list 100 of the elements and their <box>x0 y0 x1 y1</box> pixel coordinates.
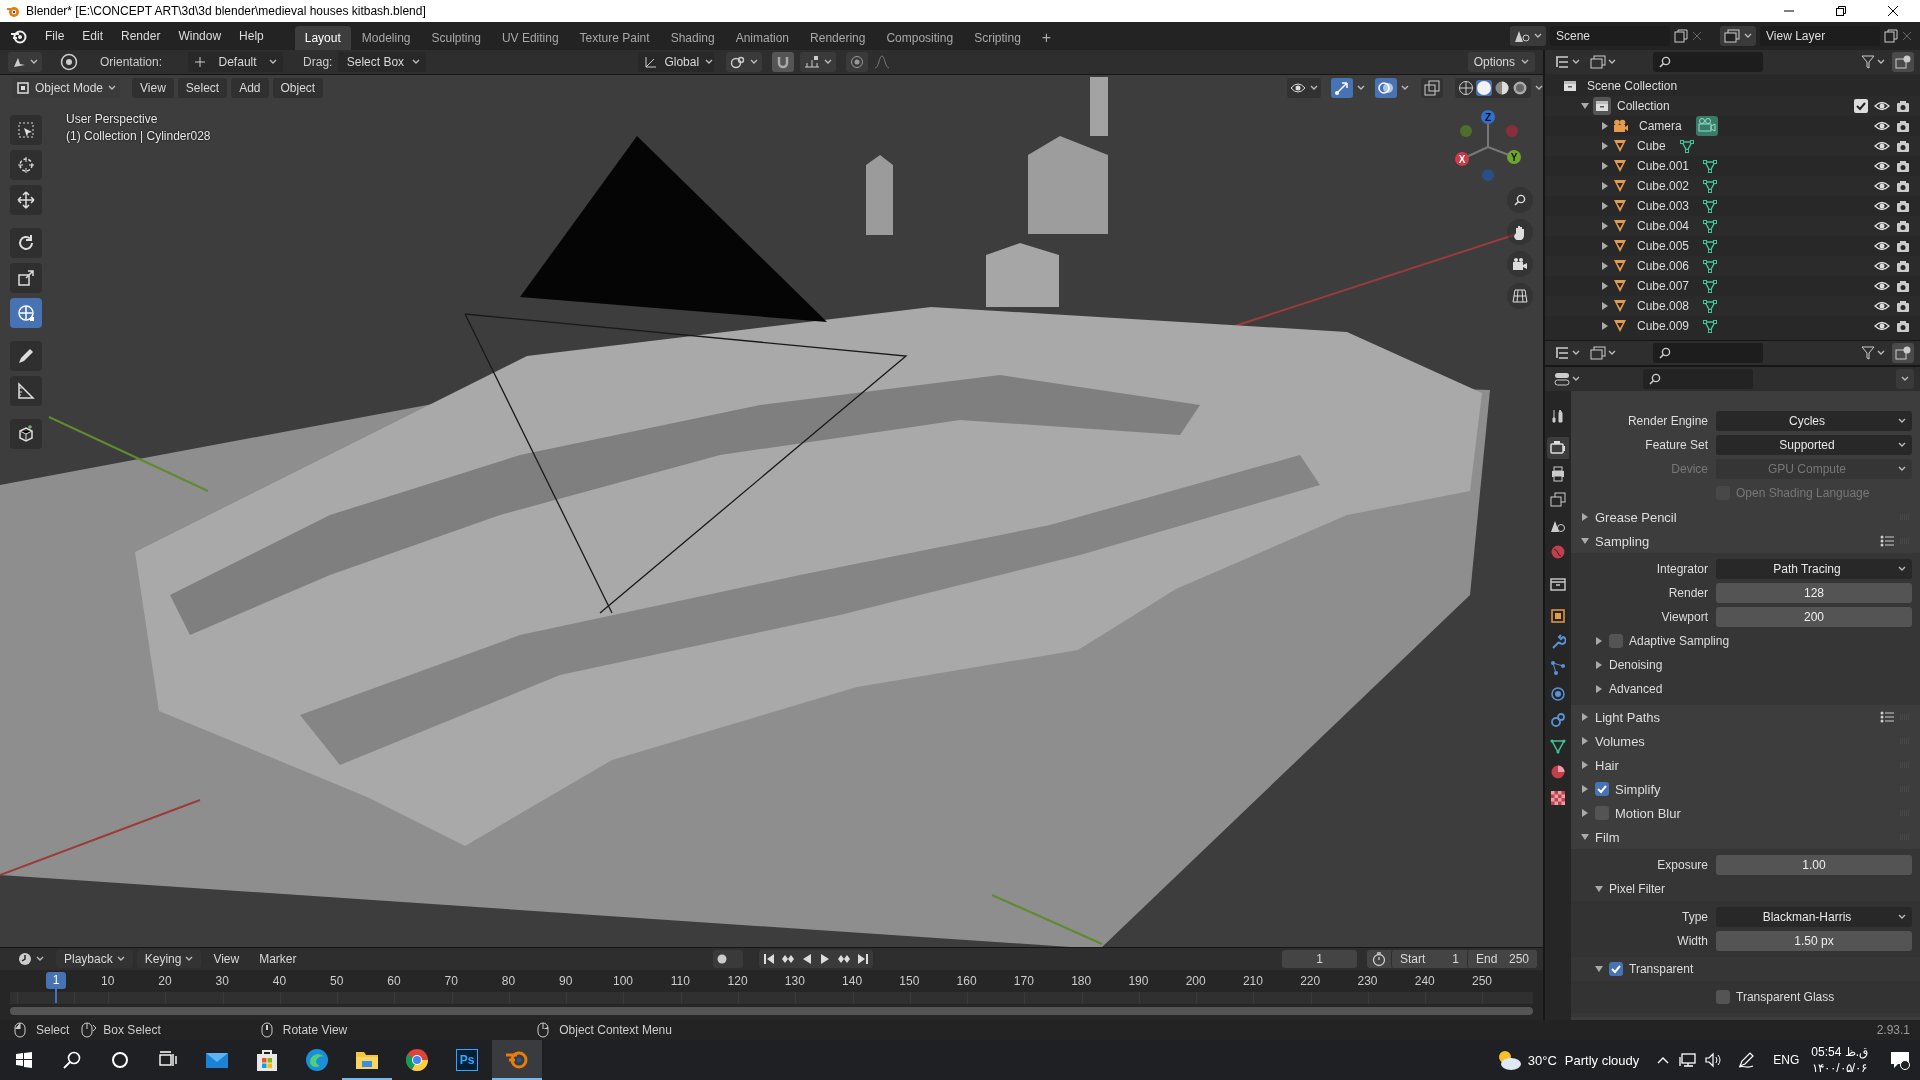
menu-item[interactable]: Keying <box>136 950 202 969</box>
panel-title[interactable]: Denoising <box>1609 658 1910 672</box>
field-label: Width <box>1676 934 1708 948</box>
panel-title[interactable]: Motion Blur <box>1615 805 1894 821</box>
number-field[interactable]: 200 <box>1716 607 1912 627</box>
field-label: Device <box>1670 462 1708 476</box>
language-indicator[interactable]: ENG <box>1773 1053 1800 1067</box>
collection-name[interactable]: Collection <box>1617 99 1670 113</box>
transform-orientation-dropdown[interactable]: Global <box>638 52 715 72</box>
frame-number: 210 <box>1241 974 1264 989</box>
dropdown[interactable]: Path Tracing <box>1716 559 1912 579</box>
object-name[interactable]: Cube.006 <box>1637 259 1690 273</box>
workspace-tab[interactable]: Rendering <box>800 26 876 50</box>
workspace-tab[interactable]: Shading <box>660 26 725 50</box>
workspace-tab[interactable]: Scripting <box>964 26 1031 50</box>
panel-title[interactable]: Film <box>1595 829 1894 845</box>
menu-item[interactable]: Playback <box>56 950 133 969</box>
object-name[interactable]: Cube.009 <box>1637 319 1690 333</box>
panel-title[interactable]: Volumes <box>1595 733 1894 749</box>
menu-item[interactable]: Add <box>231 77 269 98</box>
playhead[interactable]: 1 <box>46 972 66 990</box>
frame-number: 70 <box>443 974 459 989</box>
view-layer-field[interactable]: View Layer <box>1760 26 1880 46</box>
frame-number: 190 <box>1127 974 1150 989</box>
number-field[interactable]: 128 <box>1716 583 1912 603</box>
object-name[interactable]: Cube.001 <box>1637 159 1690 173</box>
frame-number: 160 <box>955 974 978 989</box>
menu-item[interactable]: Render <box>112 29 170 43</box>
workspace-tab[interactable]: Animation <box>725 26 800 50</box>
frame-number: 250 <box>1471 974 1493 989</box>
menu-item[interactable]: View <box>205 950 248 969</box>
workspace-tab[interactable]: UV Editing <box>491 26 569 50</box>
window-title: Blender* [E:\CONCEPT ART\3d\3d blender\medieval houses kitbash.blend] <box>26 4 426 18</box>
frame-number: 20 <box>157 974 173 989</box>
frame-number: 200 <box>1184 974 1207 989</box>
object-name[interactable]: Cube.005 <box>1637 239 1690 253</box>
add-workspace-button[interactable]: + <box>1031 26 1062 50</box>
dropdown[interactable]: Blackman-Harris <box>1716 907 1912 927</box>
frame-number: 230 <box>1356 974 1379 989</box>
object-name[interactable]: Camera <box>1639 119 1682 133</box>
panel-title[interactable]: Simplify <box>1615 781 1894 797</box>
menu-item[interactable]: Select <box>177 77 228 98</box>
panel-title[interactable]: Adaptive Sampling <box>1629 634 1910 648</box>
menu-item[interactable]: Help <box>230 29 273 43</box>
panel-title[interactable]: Light Paths <box>1595 709 1874 725</box>
status-hint: Select <box>36 1023 70 1037</box>
object-name[interactable]: Cube.003 <box>1637 199 1690 213</box>
menu-item[interactable]: View <box>132 77 174 98</box>
menu-item[interactable]: Edit <box>73 29 113 43</box>
collection-name[interactable]: Scene Collection <box>1587 79 1678 93</box>
dropdown[interactable]: Cycles <box>1716 411 1912 431</box>
viewport-info-text: (1) Collection | Cylinder028 <box>66 127 211 145</box>
frame-number: 240 <box>1413 974 1436 989</box>
taskbar-app[interactable]: Ps <box>442 1040 492 1080</box>
object-name[interactable]: Cube.008 <box>1637 299 1690 313</box>
frame-number: 110 <box>669 974 691 989</box>
clock-date[interactable]: ۱۴۰۰/۰۵/۰۶ <box>1812 1060 1867 1076</box>
workspace-tab[interactable]: Texture Paint <box>569 26 660 50</box>
object-name[interactable]: Cube <box>1637 139 1666 153</box>
field-label: Render Engine <box>1626 414 1708 428</box>
frame-number: 170 <box>1012 974 1035 989</box>
workspace-tab[interactable]: Sculpting <box>421 26 491 50</box>
checkbox-label[interactable]: Transparent Glass <box>1736 990 1835 1004</box>
options-dropdown[interactable]: Options <box>1467 52 1535 72</box>
object-name[interactable]: Cube.004 <box>1637 219 1690 233</box>
field-label: Render <box>1667 586 1708 600</box>
frame-number: 10 <box>99 974 116 989</box>
clock-time[interactable]: 05:54 ق.ظ <box>1811 1044 1868 1060</box>
weather-temperature: 30°C <box>1527 1052 1557 1068</box>
panel-title[interactable]: Grease Pencil <box>1595 509 1894 525</box>
field-label: Integrator <box>1655 562 1708 576</box>
end-frame-field[interactable]: End 250 <box>1467 950 1537 969</box>
workspace-tab[interactable]: Modeling <box>351 26 421 50</box>
panel-title[interactable]: Transparent <box>1629 962 1910 976</box>
menu-item[interactable]: File <box>36 29 74 43</box>
navigation-gizmo[interactable]: Z X Y <box>1448 104 1528 185</box>
frame-number: 180 <box>1070 974 1093 989</box>
workspace-tab[interactable]: Compositing <box>876 26 964 50</box>
drag-dropdown[interactable]: Select Box <box>338 52 427 72</box>
object-name[interactable]: Cube.002 <box>1637 179 1690 193</box>
mode-dropdown[interactable]: Object Mode <box>12 77 120 98</box>
panel-title[interactable]: Hair <box>1595 757 1894 773</box>
scene-field[interactable]: Scene <box>1550 26 1670 46</box>
menu-item[interactable]: Window <box>169 29 231 43</box>
dropdown[interactable]: Supported <box>1716 435 1912 455</box>
menu-item[interactable]: Object <box>272 77 324 98</box>
status-hint: Box Select <box>103 1023 161 1037</box>
frame-number: 80 <box>500 974 517 989</box>
panel-title[interactable]: Pixel Filter <box>1609 882 1910 896</box>
number-field[interactable]: 1.50 px <box>1716 931 1912 951</box>
number-field[interactable]: 1.00 <box>1716 855 1912 875</box>
panel-title[interactable]: Sampling <box>1595 533 1874 549</box>
field-label: Viewport <box>1660 610 1708 624</box>
workspace-tab[interactable]: Layout <box>294 26 351 50</box>
orientation-dropdown[interactable]: Default <box>188 52 284 72</box>
orientation-label: Orientation: <box>100 55 163 69</box>
current-frame-field[interactable]: 1 <box>1282 950 1357 969</box>
menu-item[interactable]: Marker <box>251 950 305 969</box>
panel-title[interactable]: Advanced <box>1609 682 1910 696</box>
object-name[interactable]: Cube.007 <box>1637 279 1690 293</box>
